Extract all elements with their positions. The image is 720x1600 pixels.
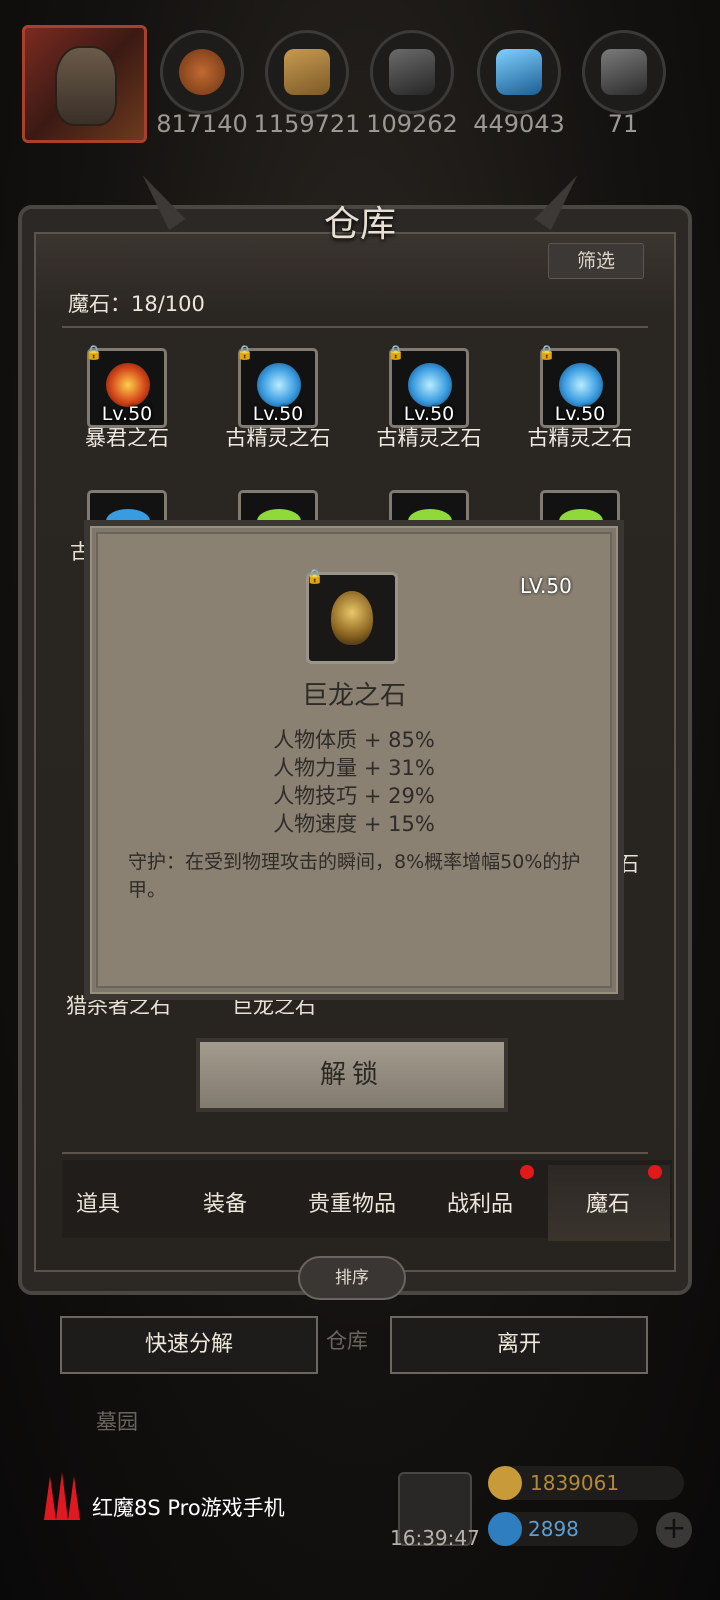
elf-stone-icon <box>257 363 301 407</box>
loot-notification-dot <box>520 1165 534 1179</box>
lock-icon: 🔒 <box>85 345 103 361</box>
crystal-resource <box>477 30 561 114</box>
meat-count: 817140 <box>156 110 248 138</box>
ingot-icon <box>601 49 647 95</box>
avatar-portrait <box>55 46 117 126</box>
device-watermark: 红魔8S Pro游戏手机 <box>92 1496 285 1520</box>
add-currency-icon[interactable]: + <box>656 1512 692 1548</box>
dragon-stone-icon: 🔒 <box>306 569 398 664</box>
item-slot[interactable]: 🔒 Lv.50 <box>236 345 318 428</box>
crystal-count: 449043 <box>473 110 565 138</box>
divider <box>62 326 648 328</box>
stat-skill: 人物技巧 + 29% <box>273 784 435 808</box>
tooltip-item-name: 巨龙之石 <box>301 681 406 711</box>
item-slot[interactable]: 🔒 Lv.50 <box>85 345 167 428</box>
item-slot[interactable]: 🔒 Lv.50 <box>538 345 620 428</box>
item-name: 古精灵之石 <box>225 426 331 450</box>
tab-loot[interactable]: 战利品 <box>420 1186 540 1218</box>
redmagic-logo-icon <box>44 1472 80 1520</box>
item-name: 古精灵之石 <box>376 426 482 450</box>
warehouse-title: 仓库 <box>323 204 396 245</box>
clock: 16:39:47 <box>390 1526 480 1550</box>
lock-icon: 🔒 <box>538 345 556 361</box>
tyrant-stone-icon <box>106 363 150 407</box>
leave-button[interactable]: 离开 <box>390 1316 648 1374</box>
tab-items[interactable]: 道具 <box>38 1186 158 1218</box>
tab-magic-stone[interactable]: 魔石 <box>548 1186 668 1218</box>
lock-icon: 🔒 <box>387 345 405 361</box>
crystal-icon <box>496 49 542 95</box>
item-slot[interactable]: 🔒 Lv.50 <box>387 345 469 428</box>
magic-stone-notification-dot <box>648 1165 662 1179</box>
wood-resource <box>265 30 349 114</box>
wood-count: 1159721 <box>253 110 361 138</box>
dragon-stone-core <box>331 591 373 645</box>
gem-coin-icon <box>488 1512 522 1546</box>
elf-stone-icon <box>559 363 603 407</box>
iron-count: 109262 <box>366 110 458 138</box>
tab-valuables[interactable]: 贵重物品 <box>292 1186 412 1218</box>
tab-equipment[interactable]: 装备 <box>165 1186 285 1218</box>
filter-button[interactable]: 筛选 <box>548 243 644 279</box>
gem-amount: 2898 <box>528 1517 579 1541</box>
sort-button[interactable]: 排序 <box>298 1256 406 1300</box>
wood-icon <box>284 49 330 95</box>
bg-warehouse-label: 仓库 <box>326 1329 368 1353</box>
ingot-resource <box>582 30 666 114</box>
lock-icon: 🔒 <box>236 345 254 361</box>
elf-stone-icon <box>408 363 452 407</box>
player-avatar[interactable] <box>22 25 147 143</box>
unlock-button[interactable]: 解锁 <box>196 1038 508 1112</box>
iron-resource <box>370 30 454 114</box>
tooltip-description: 守护：在受到物理攻击的瞬间，8%概率增幅50%的护甲。 <box>128 851 581 901</box>
gold-coin-icon <box>488 1466 522 1500</box>
lock-icon: 🔒 <box>306 569 324 585</box>
iron-icon <box>389 49 435 95</box>
bg-cemetery-label: 墓园 <box>96 1410 138 1434</box>
ingot-count: 71 <box>607 110 639 138</box>
gold-amount: 1839061 <box>530 1471 620 1495</box>
stone-count: 魔石：18/100 <box>68 292 205 316</box>
meat-resource <box>160 30 244 114</box>
tooltip-level: LV.50 <box>520 574 572 598</box>
stat-constitution: 人物体质 + 85% <box>273 728 435 752</box>
stat-speed: 人物速度 + 15% <box>273 812 435 836</box>
stat-strength: 人物力量 + 31% <box>273 756 435 780</box>
item-name: 古精灵之石 <box>527 426 633 450</box>
quick-decompose-button[interactable]: 快速分解 <box>60 1316 318 1374</box>
meat-icon <box>179 49 225 95</box>
item-name: 暴君之石 <box>85 426 169 450</box>
divider <box>62 1152 648 1154</box>
